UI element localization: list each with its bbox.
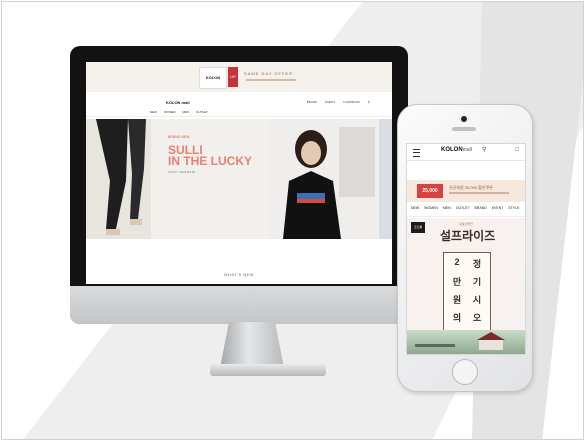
desktop-monitor: KOLON UP SAME DAY OFFER KOLON mall NEW W… bbox=[70, 46, 408, 324]
site-logo[interactable]: KOLON mall bbox=[166, 100, 190, 105]
mobile-nav-outlet[interactable]: OUTLET bbox=[456, 206, 470, 210]
nav-item-men[interactable]: MEN bbox=[183, 110, 190, 114]
mobile-nav-brand[interactable]: BRAND bbox=[474, 206, 486, 210]
promo-badge: UP bbox=[228, 67, 238, 87]
grid-char: 원 bbox=[452, 295, 462, 305]
nav-item-women[interactable]: WOMEN bbox=[164, 110, 176, 114]
event-brand-tag: 코오롱 bbox=[411, 222, 425, 233]
desktop-nav: NEW WOMEN MEN OUTLET bbox=[150, 110, 214, 114]
coupon-badge: 25,000 bbox=[417, 184, 443, 198]
hero-slide-next-edge bbox=[379, 119, 392, 239]
grid-char: 오 bbox=[472, 313, 482, 323]
speaker-grille bbox=[452, 127, 476, 131]
hero-slide-right-image bbox=[269, 119, 379, 239]
event-small-text: 설날선물전 bbox=[459, 222, 473, 226]
monitor-chin bbox=[70, 286, 408, 324]
promo-logo: KOLON bbox=[199, 67, 227, 89]
mobile-header: KOLONmall ⚲ □ bbox=[407, 144, 525, 161]
mobile-logo[interactable]: KOLONmall bbox=[441, 147, 472, 153]
mobile-screen: KOLONmall ⚲ □ 25,000 신규회원 25,000 할인쿠폰 NE… bbox=[406, 143, 526, 355]
hero-title: SULLI IN THE LUCKY bbox=[168, 144, 252, 168]
desktop-promo-bar[interactable]: KOLON UP SAME DAY OFFER bbox=[86, 62, 392, 92]
grid-char: 의 bbox=[452, 313, 462, 323]
hero-subtitle: LUCKY CHOUETTE bbox=[168, 170, 196, 174]
mobile-coupon-banner[interactable]: 25,000 신규회원 25,000 할인쿠폰 bbox=[407, 180, 525, 202]
grid-char: 2 bbox=[454, 257, 460, 267]
mobile-logo-sub: mall bbox=[462, 147, 472, 153]
event-character-grid: 2 정 만 기 원 시 의 오 bbox=[443, 252, 491, 332]
coupon-text: 신규회원 25,000 할인쿠폰 bbox=[449, 185, 493, 190]
mobile-event-banner[interactable]: 코오롱 설날선물전 설프라이즈 2 정 만 기 원 시 의 오 bbox=[407, 218, 525, 354]
grid-char: 만 bbox=[452, 277, 462, 287]
nav-item-new[interactable]: NEW bbox=[150, 110, 157, 114]
hamburger-menu-icon[interactable] bbox=[413, 149, 420, 157]
home-button[interactable] bbox=[452, 359, 478, 385]
nav-item-outlet[interactable]: OUTLET bbox=[196, 110, 208, 114]
mobile-nav-men[interactable]: MEN bbox=[443, 206, 451, 210]
desktop-header: KOLON mall NEW WOMEN MEN OUTLET BRAND EV… bbox=[86, 98, 392, 117]
monitor-stand bbox=[220, 322, 284, 368]
mobile-nav-event[interactable]: EVENT bbox=[492, 206, 504, 210]
search-icon[interactable]: ⚲ bbox=[482, 146, 486, 153]
whats-new-heading: WHAT'S NEW bbox=[223, 272, 255, 277]
promo-text: SAME DAY OFFER bbox=[244, 71, 293, 76]
search-icon[interactable]: ⚲ bbox=[368, 100, 370, 104]
util-brand[interactable]: BRAND bbox=[307, 100, 318, 104]
util-lookbook[interactable]: LOOKBOOK bbox=[343, 100, 360, 104]
monitor-base bbox=[210, 364, 326, 376]
hero-title-line2: IN THE LUCKY bbox=[168, 154, 252, 168]
hero-tag: BRAND NEW bbox=[168, 135, 190, 139]
camera-icon bbox=[461, 116, 467, 122]
coupon-subline bbox=[449, 192, 509, 194]
mobile-nav-style[interactable]: STYLE bbox=[508, 206, 519, 210]
mobile-nav-women[interactable]: WOMEN bbox=[424, 206, 438, 210]
desktop-utility-links: BRAND EVENT LOOKBOOK ⚲ bbox=[300, 100, 370, 104]
mobile-logo-main: KOLON bbox=[441, 147, 463, 153]
desktop-screen: KOLON UP SAME DAY OFFER KOLON mall NEW W… bbox=[86, 62, 392, 284]
promo-subline bbox=[246, 79, 296, 81]
shopping-bag-icon[interactable]: □ bbox=[515, 147, 519, 153]
showcase-frame: KOLON UP SAME DAY OFFER KOLON mall NEW W… bbox=[1, 1, 584, 440]
grid-char: 기 bbox=[472, 277, 482, 287]
event-title: 설프라이즈 bbox=[440, 229, 496, 243]
event-village-illustration bbox=[407, 330, 525, 354]
mobile-nav-new[interactable]: NEW bbox=[411, 206, 419, 210]
util-event[interactable]: EVENT bbox=[325, 100, 335, 104]
mobile-phone: KOLONmall ⚲ □ 25,000 신규회원 25,000 할인쿠폰 NE… bbox=[397, 104, 533, 392]
grid-char: 정 bbox=[472, 259, 482, 269]
hero-slide-left-image bbox=[86, 119, 151, 239]
mobile-nav: NEW WOMEN MEN OUTLET BRAND EVENT STYLE bbox=[407, 206, 525, 217]
grid-char: 시 bbox=[472, 295, 482, 305]
hero-carousel[interactable]: BRAND NEW SULLI IN THE LUCKY LUCKY CHOUE… bbox=[86, 119, 392, 239]
